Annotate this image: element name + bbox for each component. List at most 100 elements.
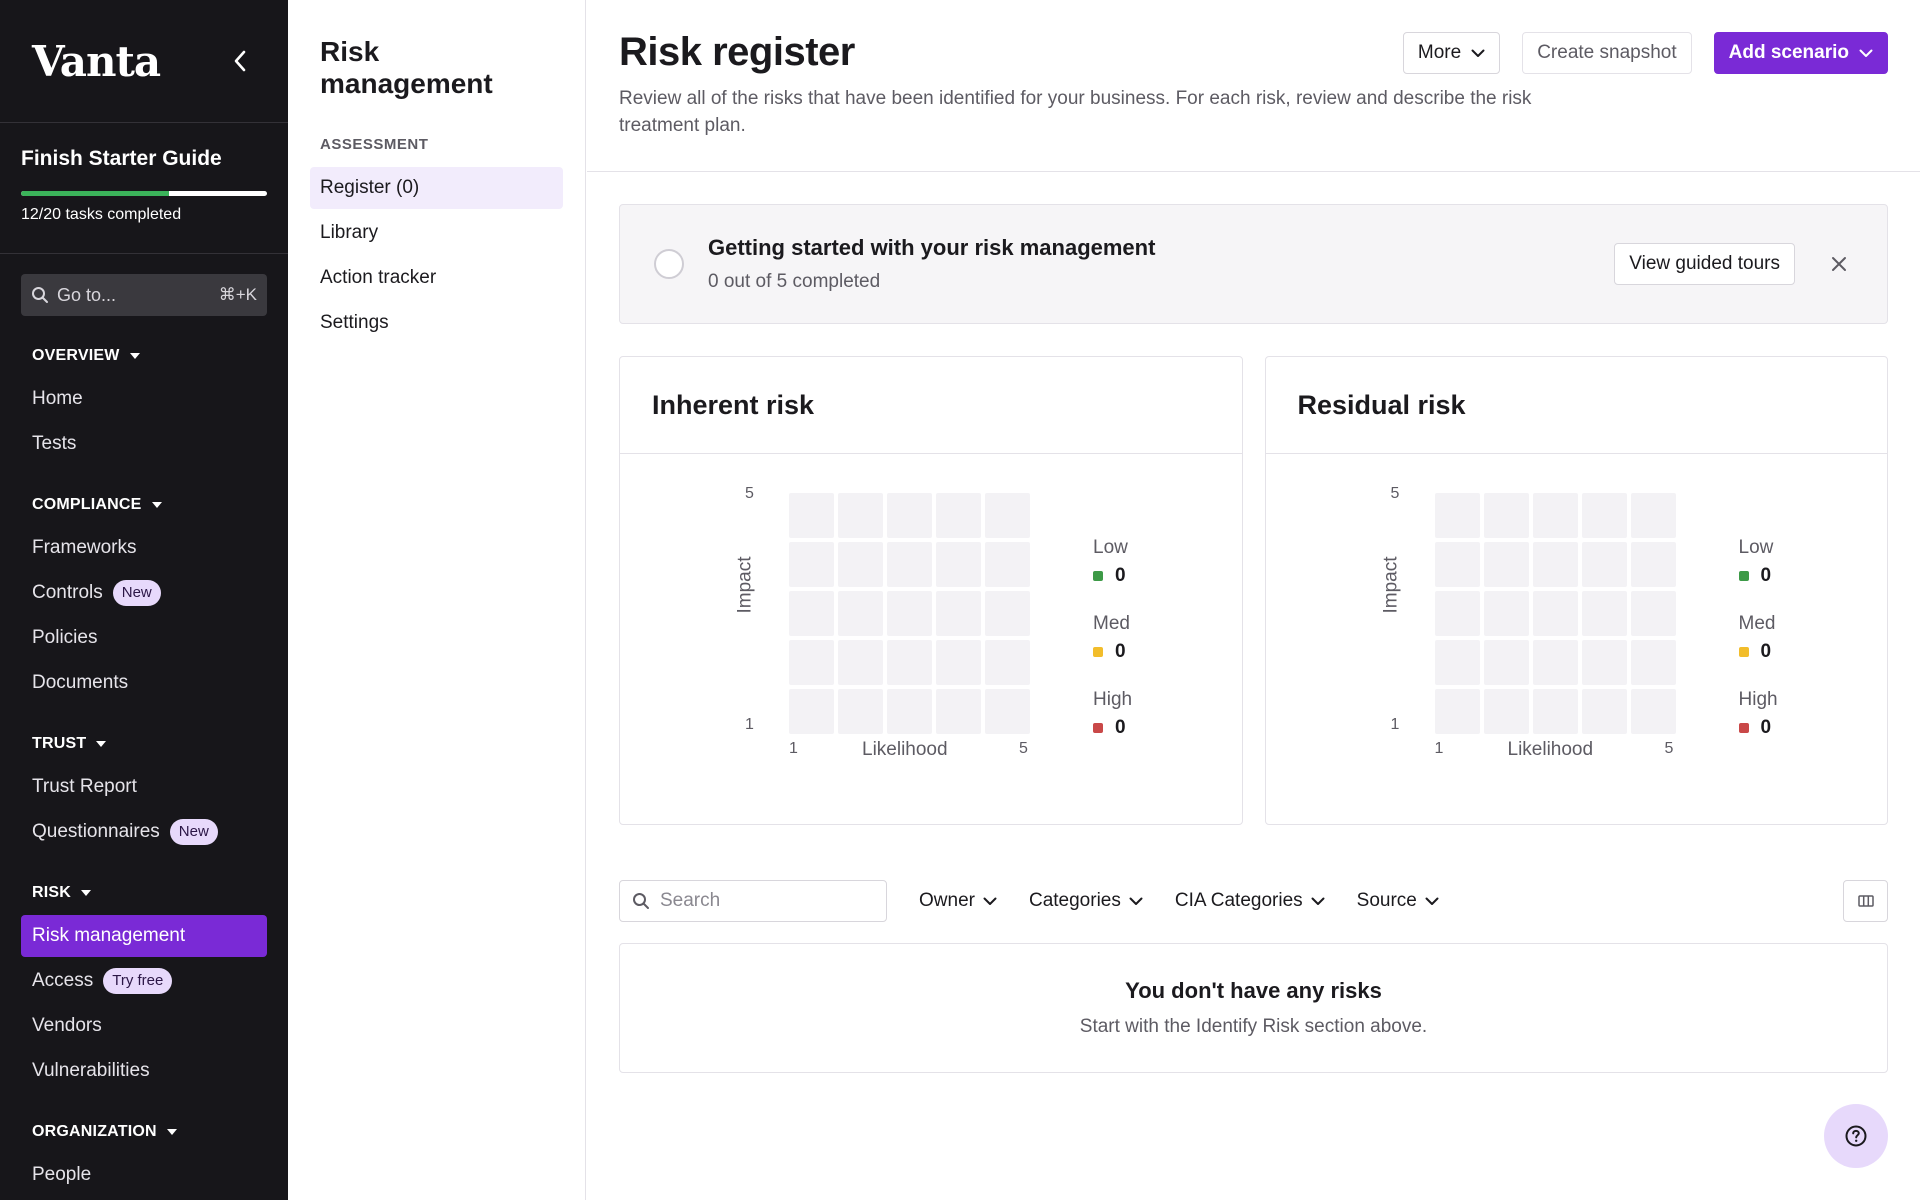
columns-icon [1857, 895, 1874, 907]
heatmap-cell [936, 640, 981, 685]
nav-header-label: OVERVIEW [32, 347, 120, 364]
subnav-item-library[interactable]: Library [310, 212, 563, 254]
source-filter[interactable]: Source [1357, 890, 1439, 912]
sidebar-item-trust-report[interactable]: Trust Report [21, 766, 267, 808]
heatmap-cell [887, 591, 932, 636]
sidebar-item-label: Controls [32, 582, 103, 603]
heatmap-cell [1434, 591, 1480, 636]
empty-state-title: You don't have any risks [1125, 978, 1382, 1003]
heatmap-cell [985, 542, 1030, 587]
sidebar-item-label: Frameworks [32, 537, 137, 558]
header-actions: More Create snapshot Add scenario [1402, 32, 1888, 74]
y-axis-max: 5 [1390, 485, 1400, 502]
view-guided-tours-button[interactable]: View guided tours [1614, 243, 1795, 285]
caret-down-icon [151, 502, 162, 508]
heatmap-cell [1483, 542, 1529, 587]
heatmap-cell [1483, 640, 1529, 685]
sidebar-item-documents[interactable]: Documents [21, 662, 267, 704]
sidebar-item-label: People [32, 1164, 92, 1185]
subnav-item-label: Settings [320, 312, 389, 333]
goto-search[interactable]: Go to... ⌘+K [21, 274, 267, 316]
sidebar-item-questionnaires[interactable]: Questionnaires New [21, 811, 267, 853]
nav-header-organization[interactable]: ORGANIZATION [0, 1118, 288, 1146]
inherent-risk-matrix: 5 1 Impact 1 Likelihood 5 Low 0 Med 0 Hi… [620, 455, 1242, 824]
sidebar-item-controls[interactable]: Controls New [21, 572, 267, 614]
heatmap-cell [1581, 591, 1627, 636]
collapse-sidebar-button[interactable] [224, 45, 256, 77]
y-axis-label: Impact [734, 556, 756, 614]
sidebar-item-frameworks[interactable]: Frameworks [21, 527, 267, 569]
med-dot-icon [1093, 647, 1103, 657]
legend-high-label: High [1093, 689, 1133, 710]
legend-med-value: 0 [1760, 641, 1772, 662]
goto-shortcut: ⌘+K [218, 285, 257, 304]
sidebar-item-vendors[interactable]: Vendors [21, 1005, 267, 1047]
heatmap-cell [1483, 591, 1529, 636]
heatmap-cell [1434, 640, 1480, 685]
starter-guide[interactable]: Finish Starter Guide 12/20 tasks complet… [0, 123, 288, 254]
legend-high-label: High [1738, 689, 1778, 710]
caret-down-icon [166, 1129, 177, 1135]
nav-section-risk: RISK Risk management Access Try free Ven… [0, 879, 288, 1092]
help-button[interactable] [1824, 1104, 1888, 1168]
sidebar-item-label: Documents [32, 672, 129, 693]
column-settings-button[interactable] [1843, 880, 1888, 922]
search-icon [32, 287, 48, 303]
nav-header-trust[interactable]: TRUST [0, 730, 288, 758]
starter-guide-progress [21, 191, 267, 196]
sidebar-item-access[interactable]: Access Try free [21, 960, 267, 1002]
y-axis-max: 5 [745, 485, 754, 502]
high-dot-icon [1738, 723, 1749, 733]
cia-categories-filter-label: CIA Categories [1174, 890, 1303, 911]
heatmap-cell [1630, 493, 1676, 538]
nav-header-risk[interactable]: RISK [0, 879, 288, 907]
close-banner-button[interactable] [1825, 250, 1853, 278]
nav-header-overview[interactable]: OVERVIEW [0, 342, 288, 370]
view-guided-tours-label: View guided tours [1629, 253, 1780, 274]
nav-header-compliance[interactable]: COMPLIANCE [0, 491, 288, 519]
sidebar-item-policies[interactable]: Policies [21, 617, 267, 659]
sidebar-item-people[interactable]: People [21, 1154, 267, 1196]
cia-categories-filter[interactable]: CIA Categories [1175, 890, 1325, 912]
search-input[interactable] [660, 890, 860, 912]
add-scenario-button[interactable]: Add scenario [1713, 32, 1888, 74]
risk-legend: Low 0 Med 0 High 0 [1738, 537, 1778, 765]
sidebar-item-label: Risk management [32, 925, 186, 946]
owner-filter[interactable]: Owner [919, 890, 997, 912]
heatmap-cell [1630, 640, 1676, 685]
sidebar-item-tests[interactable]: Tests [21, 423, 267, 465]
heatmap-cell [887, 640, 932, 685]
categories-filter[interactable]: Categories [1029, 890, 1143, 912]
sidebar-item-home[interactable]: Home [21, 378, 267, 420]
more-button[interactable]: More [1402, 32, 1501, 74]
search-box[interactable] [619, 880, 887, 922]
heatmap-cell [1581, 640, 1627, 685]
chevron-down-icon [1311, 897, 1325, 905]
heatmap-cell [838, 493, 883, 538]
sidebar-item-risk-management[interactable]: Risk management [21, 915, 267, 957]
caret-down-icon [96, 741, 107, 747]
legend-med-label: Med [1738, 613, 1776, 634]
progress-ring-icon [654, 249, 684, 279]
heatmap-cell [1483, 689, 1529, 734]
starter-guide-progress-fill [21, 191, 169, 196]
legend-med-value: 0 [1115, 641, 1126, 662]
create-snapshot-button[interactable]: Create snapshot [1522, 32, 1692, 74]
nav-section-compliance: COMPLIANCE Frameworks Controls New Polic… [0, 491, 288, 704]
page-header: Risk register Review all of the risks th… [587, 0, 1920, 172]
legend-low-value: 0 [1760, 565, 1772, 586]
starter-guide-title[interactable]: Finish Starter Guide [21, 147, 267, 171]
low-dot-icon [1738, 571, 1749, 581]
nav-section-organization: ORGANIZATION People [0, 1118, 288, 1196]
banner-subtitle: 0 out of 5 completed [708, 271, 881, 292]
legend-low-value: 0 [1115, 565, 1126, 586]
heatmap-cell [838, 640, 883, 685]
subnav-item-register[interactable]: Register (0) [310, 167, 563, 209]
risk-management-subnav: Risk management ASSESSMENT Register (0) … [288, 0, 586, 1200]
goto-label: Go to... [57, 284, 117, 305]
subnav-item-action-tracker[interactable]: Action tracker [310, 257, 563, 299]
brand-row: Vanta [0, 0, 288, 123]
sidebar-item-vulnerabilities[interactable]: Vulnerabilities [21, 1050, 267, 1092]
subnav-item-settings[interactable]: Settings [310, 302, 563, 344]
vanta-logo[interactable]: Vanta [32, 37, 161, 86]
